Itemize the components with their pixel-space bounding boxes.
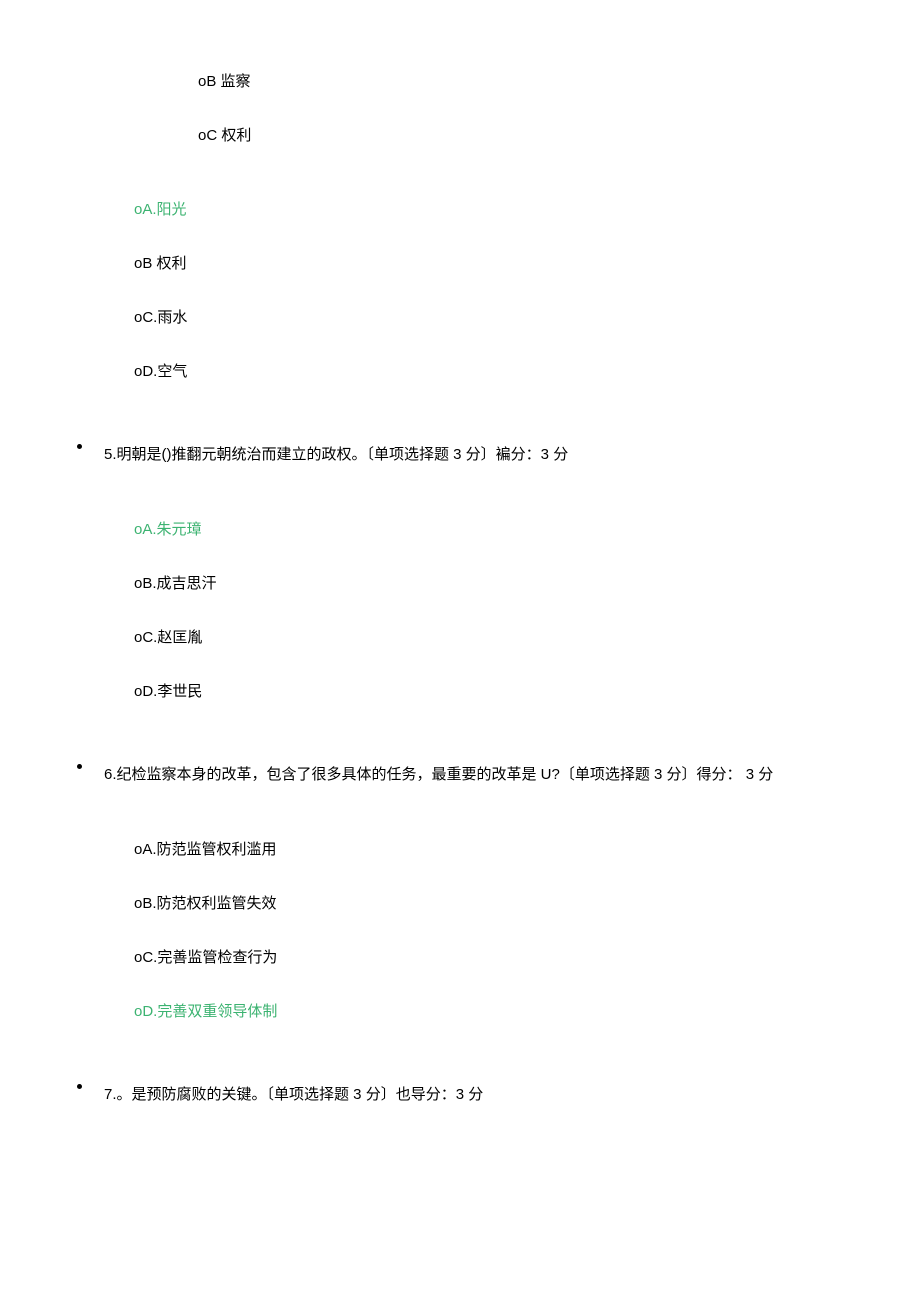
q6-option-b: oB.防范权利监管失效	[134, 892, 840, 916]
q6-row: 6.纪检监察本身的改革，包含了很多具体的任务，最重要的改革是 U?〔单项选择题 …	[80, 754, 840, 796]
q6-text: 6.纪检监察本身的改革，包含了很多具体的任务，最重要的改革是 U?〔单项选择题 …	[104, 754, 840, 796]
q6-option-a: oA.防范监管权利滥用	[134, 838, 840, 862]
q7-text: 7.。是预防腐败的关键。〔单项选择题 3 分〕也导分：3 分	[104, 1074, 840, 1116]
partial-options-top: oB 监察 oC 权利	[198, 70, 840, 148]
q6-options: oA.防范监管权利滥用 oB.防范权利监管失效 oC.完善监管检查行为 oD.完…	[134, 838, 840, 1024]
option-b-top: oB 监察	[198, 70, 840, 94]
q7-row: 7.。是预防腐败的关键。〔单项选择题 3 分〕也导分：3 分	[80, 1074, 840, 1116]
q4-option-b: oB 权利	[134, 252, 840, 276]
option-c-top: oC 权利	[198, 124, 840, 148]
q5-option-a: oA.朱元璋	[134, 518, 840, 542]
bullet-icon	[77, 764, 82, 769]
bullet-icon	[77, 1084, 82, 1089]
q5-row: 5.明朝是()推翻元朝统治而建立的政权。〔单项选择题 3 分〕褊分：3 分	[80, 434, 840, 476]
q5-option-c: oC.赵匡胤	[134, 626, 840, 650]
q4-option-c: oC.雨水	[134, 306, 840, 330]
bullet-icon	[77, 444, 82, 449]
q4-options: oA.阳光 oB 权利 oC.雨水 oD.空气	[134, 198, 840, 384]
q5-option-d: oD.李世民	[134, 680, 840, 704]
q5-text: 5.明朝是()推翻元朝统治而建立的政权。〔单项选择题 3 分〕褊分：3 分	[104, 434, 840, 476]
q4-option-a: oA.阳光	[134, 198, 840, 222]
q4-option-d: oD.空气	[134, 360, 840, 384]
q6-option-d: oD.完善双重领导体制	[134, 1000, 840, 1024]
q6-option-c: oC.完善监管检查行为	[134, 946, 840, 970]
q5-option-b: oB.成吉思汗	[134, 572, 840, 596]
q5-options: oA.朱元璋 oB.成吉思汗 oC.赵匡胤 oD.李世民	[134, 518, 840, 704]
